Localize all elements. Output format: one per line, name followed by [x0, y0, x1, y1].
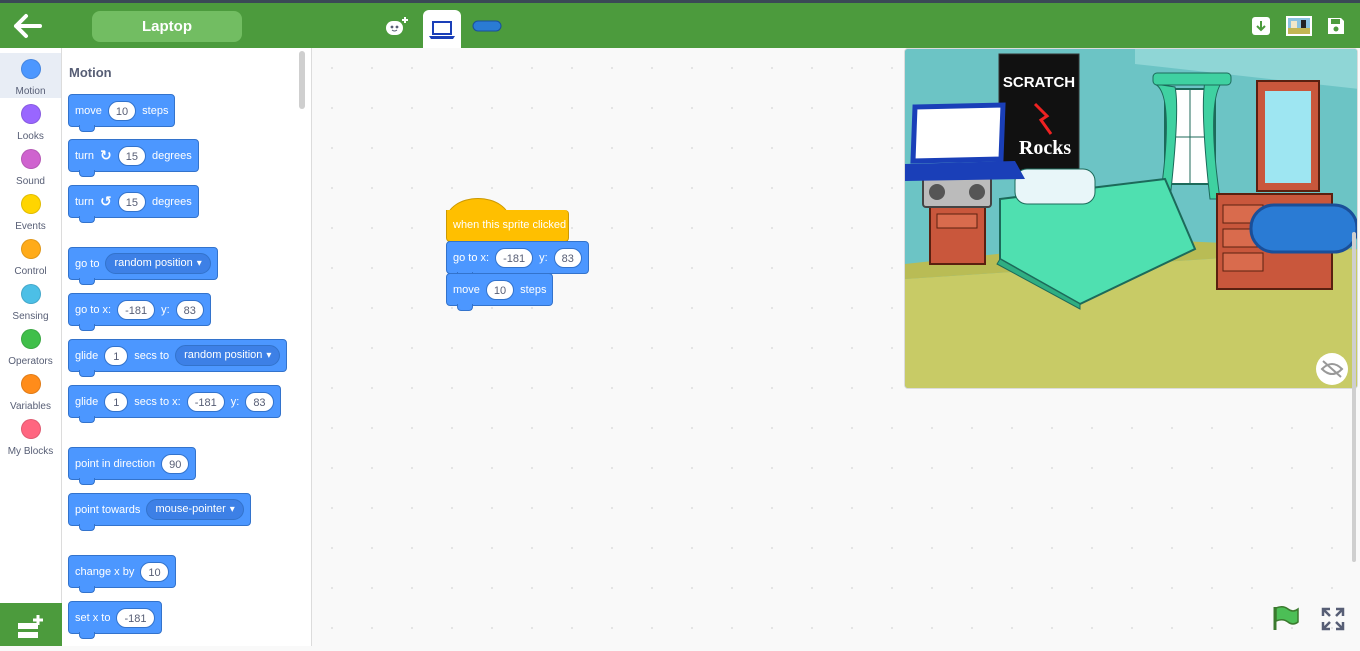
sound-dot-icon	[20, 149, 41, 169]
palette-title: Motion	[69, 65, 112, 80]
rotate-left-icon: ↺	[99, 193, 112, 209]
download-icon[interactable]	[1250, 15, 1272, 37]
when-sprite-clicked-hat-block[interactable]: when this sprite clicked	[446, 198, 569, 242]
point-towards-dropdown[interactable]: mouse-pointer	[146, 499, 244, 520]
save-icon[interactable]	[1325, 15, 1347, 37]
turn-left-block[interactable]: turn ↺ 15 degrees	[68, 185, 199, 223]
variables-dot-icon	[20, 374, 41, 394]
green-flag-icon[interactable]	[1270, 604, 1300, 632]
sensing-dot-icon	[20, 284, 41, 304]
button-sprite-tab-icon[interactable]	[470, 9, 504, 43]
bedroom-backdrop: SCRATCH Rocks	[905, 49, 1357, 388]
my-blocks-dot-icon	[20, 419, 41, 439]
category-motion[interactable]: Motion	[0, 53, 61, 98]
rotate-right-icon: ↻	[99, 147, 112, 163]
sprite-name-field[interactable]: Laptop	[92, 11, 242, 42]
motion-dot-icon	[20, 59, 41, 79]
add-extension-button[interactable]	[0, 603, 62, 646]
control-dot-icon	[20, 239, 41, 259]
category-menu: Motion Looks Sound Events Control Sensin…	[0, 48, 62, 603]
costume-tab-icon[interactable]	[380, 9, 414, 43]
set-x-block[interactable]: set x to -181	[68, 601, 162, 639]
looks-dot-icon	[20, 104, 41, 124]
script-move-steps-block[interactable]: move 10 steps	[446, 273, 554, 311]
block-palette: Motion move 10 steps turn ↻ 15 degrees turn ↺ 1…	[62, 48, 312, 646]
poster-title: SCRATCH	[1003, 74, 1075, 91]
category-control[interactable]: Control	[0, 233, 61, 278]
events-dot-icon	[20, 194, 41, 214]
glide-to-xy-block[interactable]: glide 1 secs to x: -181 y: 83	[68, 385, 281, 423]
go-to-xy-block[interactable]: go to x: -181 y: 83	[68, 293, 211, 331]
point-in-direction-block[interactable]: point in direction 90	[68, 447, 197, 485]
fullscreen-icon[interactable]	[1321, 607, 1345, 631]
category-variables[interactable]: Variables	[0, 368, 61, 413]
glide-dropdown[interactable]: random position	[175, 345, 281, 366]
change-x-block[interactable]: change x by 10	[68, 555, 176, 593]
glide-to-block[interactable]: glide 1 secs to random position	[68, 339, 288, 377]
category-my-blocks[interactable]: My Blocks	[0, 413, 61, 458]
category-operators[interactable]: Operators	[0, 323, 61, 368]
stage[interactable]: SCRATCH Rocks	[904, 48, 1358, 389]
laptop-tab-icon[interactable]	[423, 10, 461, 50]
top-bar: Laptop	[0, 3, 1360, 50]
add-extension-icon	[18, 615, 43, 638]
go-to-dropdown[interactable]: random position	[105, 253, 211, 274]
script-go-to-xy-block[interactable]: go to x: -181 y: 83	[446, 241, 589, 279]
go-to-block[interactable]: go to random position	[68, 247, 218, 285]
category-events[interactable]: Events	[0, 188, 61, 233]
operators-dot-icon	[20, 329, 41, 349]
point-towards-block[interactable]: point towards mouse-pointer	[68, 493, 251, 531]
turn-right-block[interactable]: turn ↻ 15 degrees	[68, 139, 199, 177]
move-steps-block[interactable]: move 10 steps	[68, 94, 176, 132]
category-looks[interactable]: Looks	[0, 98, 61, 143]
workspace-scrollbar[interactable]	[1352, 232, 1356, 562]
category-sound[interactable]: Sound	[0, 143, 61, 188]
category-sensing[interactable]: Sensing	[0, 278, 61, 323]
palette-scrollbar[interactable]	[299, 51, 305, 109]
poster-subtitle: Rocks	[1019, 137, 1071, 159]
backdrop-icon[interactable]	[1286, 15, 1312, 37]
back-arrow-icon[interactable]	[12, 13, 44, 39]
